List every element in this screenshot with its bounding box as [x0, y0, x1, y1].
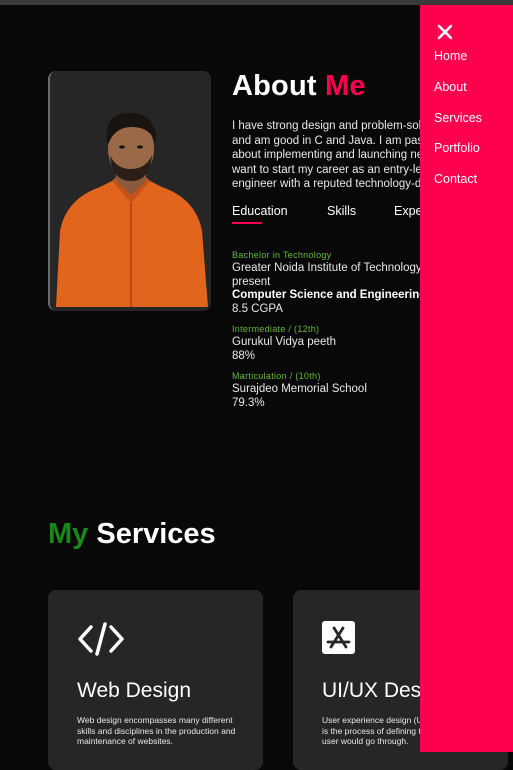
- about-title: About Me: [232, 70, 366, 103]
- menu-item-contact[interactable]: Contact: [434, 172, 477, 186]
- menu-item-home[interactable]: Home: [434, 49, 467, 63]
- service-card-web-design[interactable]: Web Design Web design encompasses many d…: [48, 590, 263, 770]
- menu-item-portfolio[interactable]: Portfolio: [434, 141, 480, 155]
- services-title-accent: My: [48, 518, 89, 550]
- service-card-text: Web design encompasses many different sk…: [77, 715, 236, 746]
- active-tab-indicator: [232, 222, 262, 224]
- tab-education[interactable]: Education: [232, 204, 288, 218]
- services-title: My Services: [48, 518, 216, 551]
- menu-item-about[interactable]: About: [434, 80, 467, 94]
- about-title-main: About: [232, 70, 317, 102]
- close-icon[interactable]: [436, 23, 454, 41]
- about-title-accent: Me: [325, 70, 366, 102]
- tab-skills[interactable]: Skills: [327, 204, 356, 218]
- services-title-main: Services: [96, 518, 216, 550]
- code-icon: [77, 621, 125, 662]
- menu-item-services[interactable]: Services: [434, 111, 482, 125]
- app-store-icon: [322, 621, 355, 659]
- profile-photo: [48, 71, 211, 311]
- service-card-title: Web Design: [77, 679, 192, 702]
- side-menu: Home About Services Portfolio Contact: [420, 5, 513, 752]
